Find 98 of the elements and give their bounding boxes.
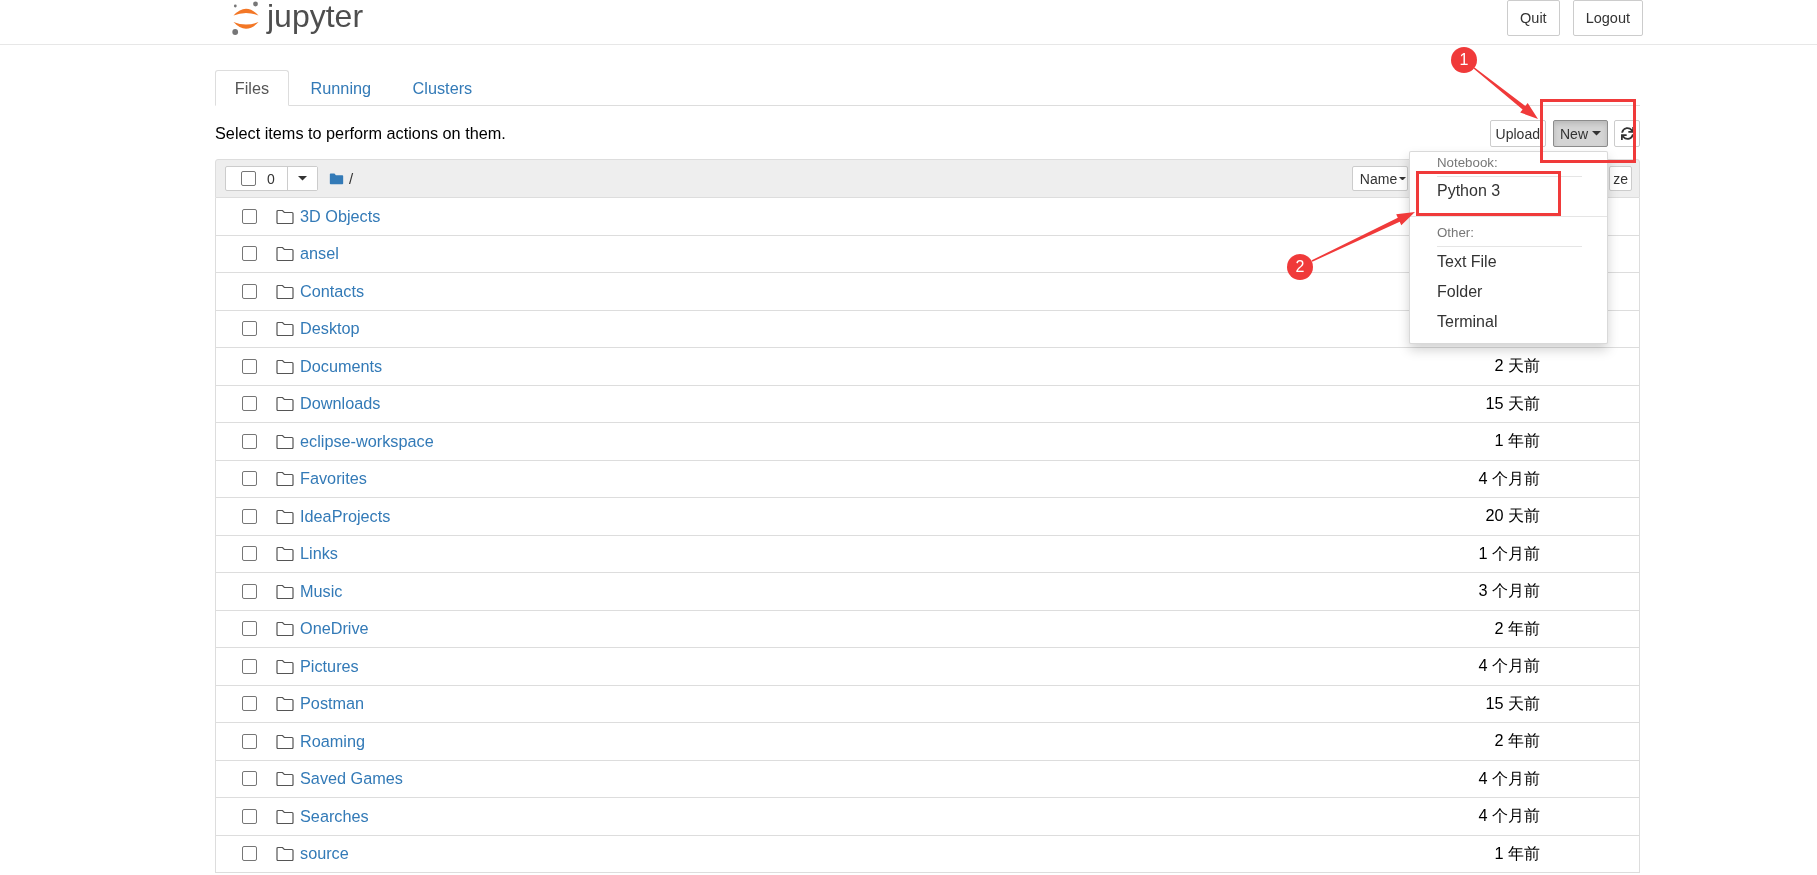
- folder-link[interactable]: Contacts: [300, 281, 365, 301]
- callout-number: 2: [1287, 254, 1313, 280]
- modified-time: 4 个月前: [1478, 655, 1540, 677]
- folder-icon: [276, 583, 294, 599]
- checkbox[interactable]: [242, 283, 257, 299]
- folder-icon: [276, 621, 294, 637]
- menu-item[interactable]: Python 3: [1421, 177, 1517, 205]
- modified-time: 1 个月前: [1478, 542, 1540, 564]
- refresh-icon: [1620, 127, 1634, 140]
- selection-menu-button[interactable]: [287, 167, 317, 190]
- new-button[interactable]: New: [1553, 120, 1608, 147]
- folder-link[interactable]: 3D Objects: [300, 206, 381, 226]
- checkbox[interactable]: [242, 546, 257, 562]
- checkbox[interactable]: [242, 358, 257, 374]
- folder-icon: [276, 508, 294, 524]
- folder-icon: [276, 396, 294, 412]
- modified-time: 4 个月前: [1478, 467, 1540, 489]
- folder-link[interactable]: eclipse-workspace: [300, 431, 434, 451]
- folder-icon: [276, 846, 294, 862]
- instruction-text: Select items to perform actions on them.: [215, 123, 506, 144]
- checkbox[interactable]: [242, 433, 257, 449]
- checkbox[interactable]: [242, 771, 257, 787]
- modified-time: 4 个月前: [1478, 805, 1540, 827]
- caret-icon: [1399, 176, 1407, 181]
- logo-wordmark: jupyter: [267, 0, 364, 34]
- checkbox[interactable]: [242, 846, 257, 862]
- folder-icon: [276, 208, 294, 224]
- modified-time: 2 年前: [1494, 730, 1540, 752]
- folder-icon: [276, 283, 294, 299]
- sort-name-button[interactable]: Name: [1351, 166, 1409, 191]
- modified-time: 4 个月前: [1478, 767, 1540, 789]
- folder-link[interactable]: ansel: [300, 244, 339, 264]
- folder-icon: [276, 733, 294, 749]
- folder-icon: [276, 358, 294, 374]
- folder-icon: [276, 546, 294, 562]
- menu-item[interactable]: Terminal: [1421, 307, 1514, 337]
- folder-link[interactable]: Roaming: [300, 731, 366, 751]
- folder-link[interactable]: Searches: [300, 806, 369, 826]
- header-button[interactable]: Logout: [1572, 0, 1643, 36]
- checkbox[interactable]: [242, 696, 257, 712]
- checkbox[interactable]: [242, 321, 257, 337]
- folder-link[interactable]: Documents: [300, 356, 383, 376]
- folder-icon: [276, 433, 294, 449]
- logo-icon: [232, 1, 260, 35]
- checkbox[interactable]: [242, 808, 257, 824]
- folder-link[interactable]: Desktop: [300, 319, 360, 339]
- menu-item[interactable]: Folder: [1421, 277, 1499, 307]
- folder-icon: [276, 246, 294, 262]
- modified-time: 2 年前: [1494, 617, 1540, 639]
- column-header-button[interactable]: ze: [1609, 166, 1632, 191]
- folder-icon: [329, 172, 344, 185]
- folder-link[interactable]: Saved Games: [300, 769, 403, 789]
- folder-link[interactable]: Pictures: [300, 656, 359, 676]
- checkbox[interactable]: [242, 508, 257, 524]
- folder-link[interactable]: Music: [300, 581, 343, 601]
- modified-time: 1 年前: [1494, 430, 1540, 452]
- folder-icon: [276, 321, 294, 337]
- folder-icon: [276, 771, 294, 787]
- folder-link[interactable]: OneDrive: [300, 619, 369, 639]
- folder-link[interactable]: Links: [300, 544, 338, 564]
- checkbox[interactable]: [242, 583, 257, 599]
- folder-icon: [276, 696, 294, 712]
- refresh-button[interactable]: [1614, 120, 1640, 147]
- folder-link[interactable]: Postman: [300, 694, 365, 714]
- checkbox[interactable]: [242, 733, 257, 749]
- caret-icon: [298, 176, 307, 181]
- breadcrumb-link[interactable]: /: [349, 170, 354, 187]
- folder-link[interactable]: IdeaProjects: [300, 506, 391, 526]
- tab[interactable]: Files: [215, 70, 289, 106]
- checkbox[interactable]: [242, 208, 257, 224]
- menu-section-header: Other:: [1437, 225, 1582, 247]
- header-button[interactable]: Quit: [1507, 0, 1560, 36]
- folder-icon: [276, 471, 294, 487]
- selected-count: 0: [267, 170, 275, 187]
- modified-time: 1 年前: [1494, 842, 1540, 864]
- callout-number: 1: [1451, 47, 1477, 73]
- folder-link[interactable]: source: [300, 844, 349, 864]
- callout-arrow: [1473, 67, 1538, 119]
- upload-button[interactable]: Upload: [1489, 120, 1546, 147]
- modified-time: 20 天前: [1485, 505, 1540, 527]
- checkbox[interactable]: [242, 471, 257, 487]
- tab[interactable]: Clusters: [392, 70, 492, 106]
- checkbox[interactable]: [242, 621, 257, 637]
- folder-link[interactable]: Favorites: [300, 469, 367, 489]
- modified-time: 15 天前: [1485, 692, 1540, 714]
- menu-item[interactable]: Text File: [1421, 247, 1513, 277]
- folder-link[interactable]: Downloads: [300, 394, 381, 414]
- folder-icon: [276, 808, 294, 824]
- tab[interactable]: Running: [290, 70, 391, 106]
- modified-time: 2 天前: [1494, 355, 1540, 377]
- checkbox[interactable]: [241, 171, 256, 186]
- checkbox[interactable]: [242, 396, 257, 412]
- caret-icon: [1592, 131, 1601, 136]
- checkbox[interactable]: [242, 246, 257, 262]
- modified-time: 3 个月前: [1478, 580, 1540, 602]
- checkbox[interactable]: [242, 658, 257, 674]
- folder-icon: [276, 658, 294, 674]
- modified-time: 15 天前: [1485, 392, 1540, 414]
